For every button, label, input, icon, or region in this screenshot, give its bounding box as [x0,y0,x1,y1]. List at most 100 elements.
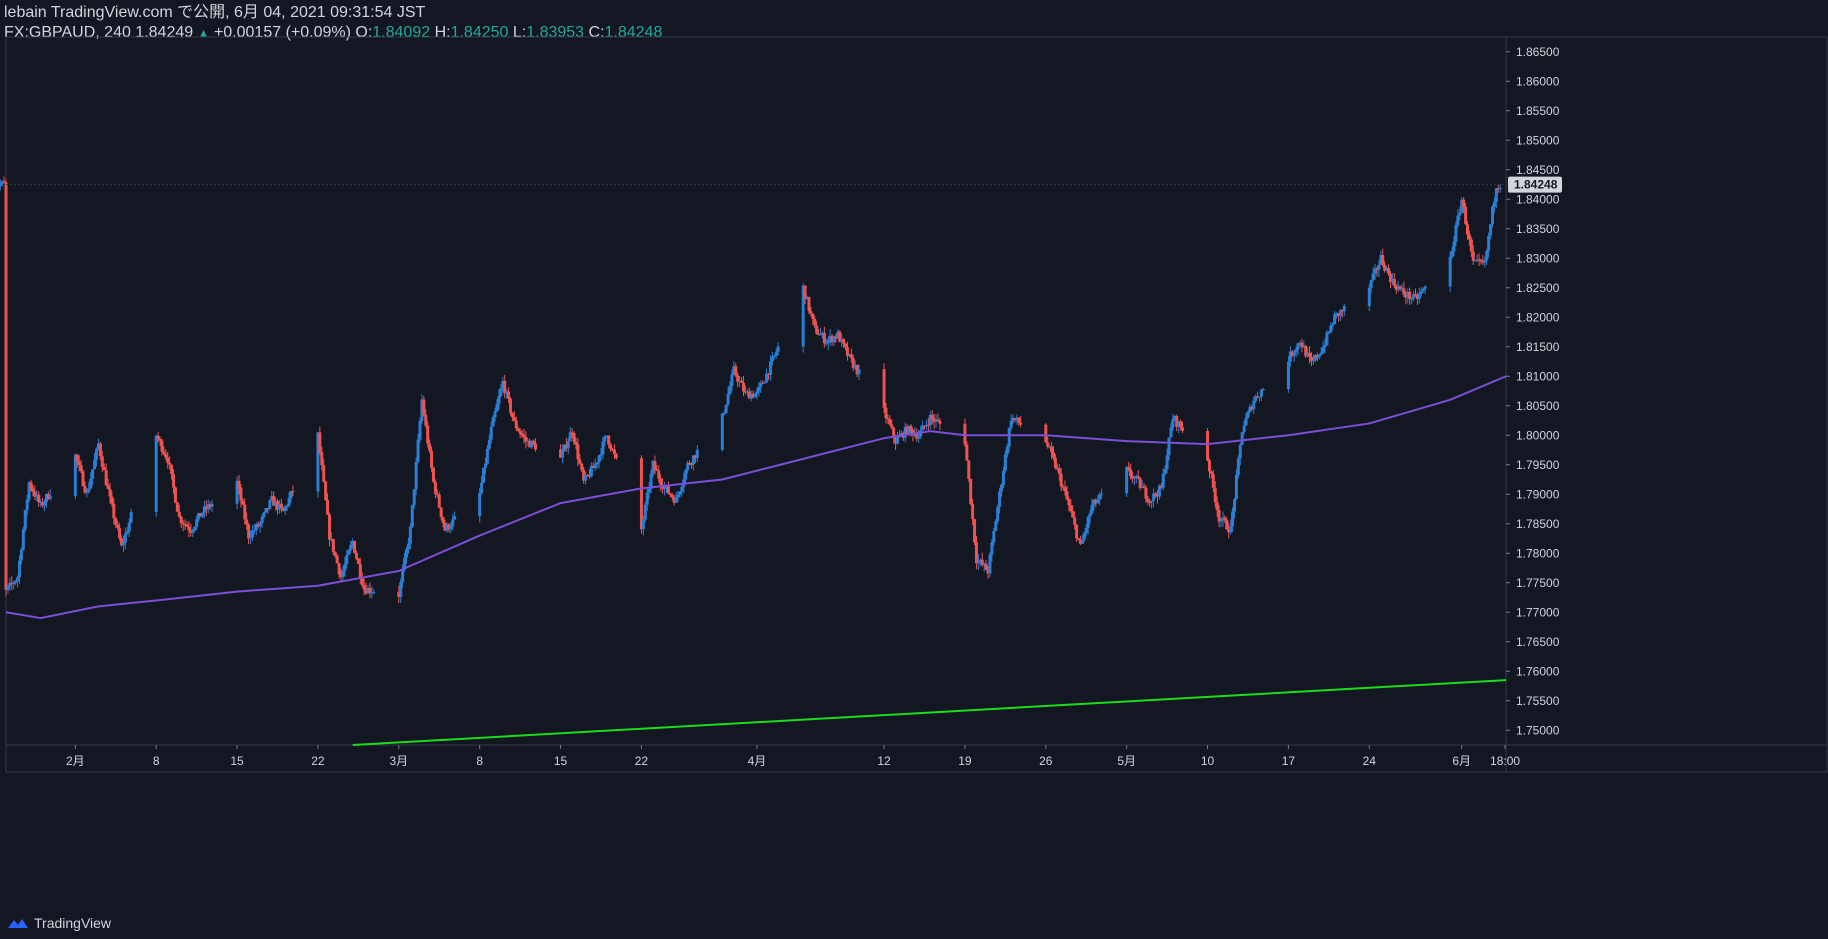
price-tick-label: 1.81500 [1516,340,1560,354]
candle-body [16,577,20,581]
candle-body [406,543,410,550]
candle-body [1234,474,1238,500]
candle-body [1471,251,1475,261]
candle-body [162,451,166,454]
candle-body [123,533,127,543]
candle-body [1065,491,1069,500]
candle-body [43,502,47,506]
candle-body [815,325,819,334]
candle-body [1331,324,1335,326]
candle-body [1225,520,1229,530]
candle-body [753,393,757,398]
candle-body [1181,427,1185,431]
price-chart[interactable]: 1.86500 1.86000 1.85500 1.85000 1.84500 1.840… [0,0,1828,939]
candle-body [1161,473,1165,488]
price-tick-label: 1.85000 [1516,133,1560,147]
candle-body [1450,251,1454,257]
candle-body [1325,332,1329,345]
candle-body [358,563,362,578]
price-tick-label: 1.79000 [1516,487,1560,501]
candle-body [655,469,659,471]
candle-body [1292,352,1296,356]
candle-body [971,503,975,520]
candle-body [755,391,759,394]
candle-body [741,382,745,392]
price-tick-label: 1.77000 [1516,605,1560,619]
candle-body [522,435,526,438]
candle-body [1258,396,1262,398]
time-tick-label: 15 [554,754,568,768]
candle-body [963,423,967,445]
candle-body [17,560,21,578]
candle-body [730,374,734,386]
candle-body [1053,457,1057,469]
candle-body [1084,527,1088,534]
time-axis[interactable]: 2月 8 15 22 3月 8 15 22 4月 12 19 26 5月 10 17 24 6月 18:00 [66,745,1520,768]
candle-body [1321,346,1325,353]
candle-body [418,420,422,440]
candle-body [1051,452,1055,458]
candle-body [639,458,643,530]
candle-body [1413,294,1417,296]
time-tick-label: 18:00 [1490,754,1520,768]
candle-body [811,313,815,319]
candle-body [1063,487,1067,492]
candle-body [4,182,8,590]
candle-body [657,470,661,479]
candle-body [258,522,262,527]
candle-body [125,531,129,534]
time-tick-label: 8 [476,754,483,768]
candle-body [495,403,499,412]
candle-body [757,386,761,392]
candle-body [973,519,977,543]
candle-body [195,519,199,527]
candle-body [431,467,435,482]
candle-body [1229,526,1233,533]
price-tick-label: 1.76000 [1516,664,1560,678]
candle-body [809,311,813,314]
candle-body [453,516,457,520]
candle-body [813,318,817,326]
candle-body [1075,524,1079,539]
candle-body [31,488,35,492]
candle-body [1327,332,1331,334]
candle-body [412,489,416,505]
candle-body [507,391,511,399]
candle-body [335,555,339,564]
candle-body [75,454,79,462]
candle-body [599,454,603,456]
candle-body [1408,291,1412,300]
candle-body [168,462,172,465]
candle-body [1419,291,1423,294]
candle-body [992,531,996,543]
candle-body [200,512,204,517]
candle-body [1144,487,1148,499]
candle-body [560,450,564,458]
candle-body [1086,516,1090,528]
candle-body [684,470,688,480]
candle-body [341,570,345,578]
candle-body [930,414,934,419]
time-tick-label: 5月 [1117,754,1136,768]
candle-body [770,356,774,362]
candle-body [763,382,767,384]
candle-body [1479,259,1483,262]
candle-body [1090,504,1094,514]
time-tick-label: 2月 [66,754,85,768]
candle-body [886,418,890,420]
candle-body [175,502,179,512]
candle-body [659,478,663,485]
candle-body [1319,352,1323,355]
candle-body [166,457,170,463]
candle-body [1088,513,1092,517]
candle-body [331,538,335,553]
candle-body [347,550,351,555]
candle-body [158,438,162,441]
candle-body [1252,400,1256,410]
candle-body [441,517,445,523]
price-axis[interactable]: 1.86500 1.86000 1.85500 1.85000 1.84500 1.840… [1506,45,1560,738]
candle-body [726,393,730,405]
candle-body [114,518,118,525]
candle-body [1071,511,1075,518]
candle-body [1329,325,1333,333]
